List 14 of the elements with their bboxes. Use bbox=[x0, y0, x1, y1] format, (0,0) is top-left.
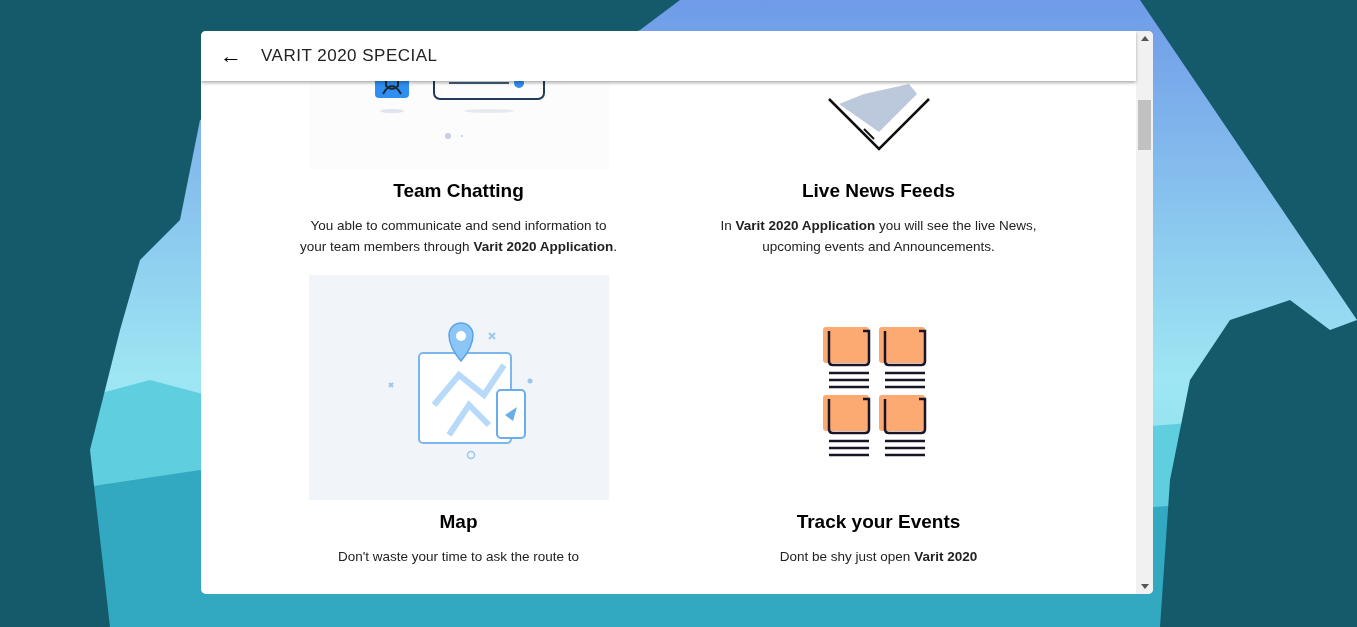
feature-title: Track your Events bbox=[796, 510, 961, 534]
feature-description: Don't waste your time to ask the route to bbox=[336, 548, 581, 566]
feature-title: Live News Feeds bbox=[801, 179, 956, 203]
feature-description: In Varit 2020 Application you will see the live News, upcoming events and Announcements. bbox=[719, 217, 1038, 256]
scroll-thumb[interactable] bbox=[1138, 100, 1151, 150]
back-button[interactable]: ← bbox=[219, 45, 243, 67]
feature-description: Dont be shy just open Varit 2020 bbox=[778, 548, 979, 566]
feature-description: You able to communicate and send information to your team members through Varit 2020 Application. bbox=[299, 217, 618, 256]
scrollbar[interactable] bbox=[1136, 31, 1153, 594]
window-title: VARIT 2020 SPECIAL bbox=[261, 45, 438, 68]
scroll-up-icon[interactable] bbox=[1140, 36, 1149, 41]
feature-title: Team Chatting bbox=[393, 179, 524, 203]
scroll-down-icon[interactable] bbox=[1140, 584, 1149, 589]
feature-title: Map bbox=[439, 510, 478, 534]
